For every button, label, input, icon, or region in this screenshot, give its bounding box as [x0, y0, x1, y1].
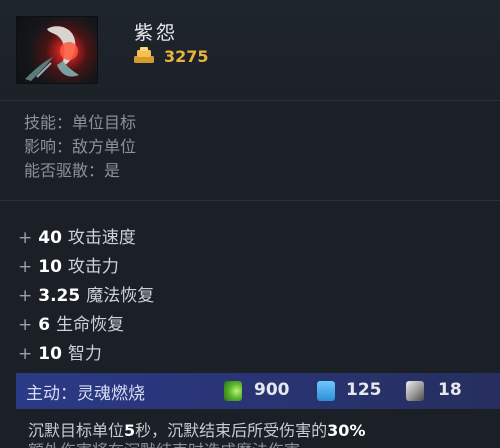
stat-intelligence: + 10 智力	[18, 340, 154, 369]
stat-plus: +	[18, 286, 33, 306]
stat-label: 攻击速度	[67, 228, 136, 248]
health-cost-icon	[406, 381, 424, 401]
ability-info: 技能：单位目标 影响：敌方单位 能否驱散：是	[24, 111, 136, 183]
stat-value: 40	[38, 228, 62, 248]
active-ability-bar: 主动：灵魂燃烧 900 125 18	[16, 373, 500, 409]
stat-value: 10	[38, 344, 62, 364]
stat-label: 智力	[67, 344, 102, 364]
stat-damage: + 10 攻击力	[18, 253, 154, 282]
stat-label: 攻击力	[67, 257, 119, 277]
orchid-malevolence-icon	[16, 16, 98, 84]
mana-icon	[317, 381, 335, 401]
stat-value: 10	[38, 257, 62, 277]
stat-health-regen: + 6 生命恢复	[18, 311, 154, 340]
ability-dispellable: 能否驱散：是	[24, 161, 121, 180]
stat-plus: +	[18, 228, 33, 248]
active-ability-name: 主动：灵魂燃烧	[26, 384, 145, 404]
stat-label: 生命恢复	[56, 315, 125, 335]
mana-cost-value: 125	[346, 380, 382, 400]
stat-plus: +	[18, 344, 33, 364]
gold-icon	[134, 47, 154, 63]
description-text: 沉默目标单位	[28, 421, 125, 440]
ability-affects: 影响：敌方单位	[24, 137, 137, 156]
ability-target-type: 技能：单位目标	[24, 113, 137, 132]
cooldown-value: 900	[254, 380, 290, 400]
item-cost: 3275	[164, 46, 209, 66]
item-stats: + 40 攻击速度 + 10 攻击力 + 3.25 魔法恢复 + 6 生命恢复 …	[18, 224, 154, 369]
item-header: 紫怨 3275	[0, 0, 500, 100]
stat-attack-speed: + 40 攻击速度	[18, 224, 154, 253]
stat-value: 3.25	[38, 286, 81, 306]
active-description-next-line: 额外伤害将在沉默结束时造成魔法伤害	[28, 440, 500, 448]
header-divider	[0, 100, 500, 101]
description-text-2: 秒，沉默结束后所受伤害的	[135, 421, 328, 440]
info-divider	[0, 200, 500, 201]
item-name: 紫怨	[134, 22, 179, 44]
item-cost-row: 3275	[132, 46, 209, 66]
stat-mana-regen: + 3.25 魔法恢复	[18, 282, 154, 311]
stat-plus: +	[18, 257, 33, 277]
active-description: 沉默目标单位5秒，沉默结束后所受伤害的30%	[28, 420, 500, 442]
description-duration: 5	[124, 421, 136, 440]
cooldown-icon	[224, 381, 242, 401]
stat-label: 魔法恢复	[86, 286, 155, 306]
description-percent: 30%	[327, 421, 366, 440]
stat-value: 6	[38, 315, 51, 335]
stat-plus: +	[18, 315, 33, 335]
health-cost-value: 18	[438, 380, 462, 400]
